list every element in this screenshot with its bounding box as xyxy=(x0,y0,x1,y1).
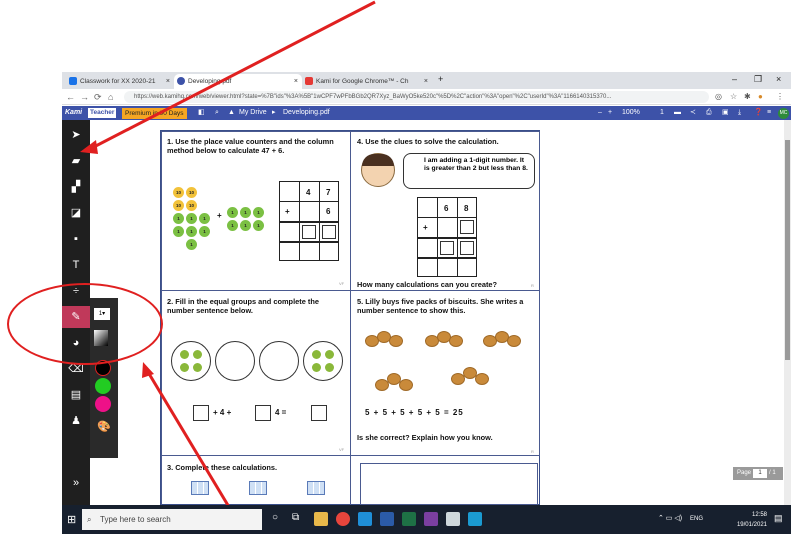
annotation-arrow-top xyxy=(87,0,376,152)
notification-icon[interactable]: ▤ xyxy=(774,513,783,524)
clock[interactable]: 12:58 19/01/2021 xyxy=(737,510,767,530)
windows-start-icon[interactable]: ⊞ xyxy=(67,513,76,526)
arrowhead-bottom xyxy=(142,362,154,378)
excel-icon[interactable] xyxy=(402,512,416,526)
onenote-icon[interactable] xyxy=(424,512,438,526)
clock-time: 12:58 xyxy=(751,512,767,518)
windows-taskbar: ⊞ ⌕ Type here to search ○ ⧉ ⌃ ▭ ◁) ENG 1… xyxy=(62,505,791,534)
search-icon: ⌕ xyxy=(87,515,92,524)
cortana-icon[interactable]: ○ xyxy=(272,512,278,523)
language-indicator[interactable]: ENG xyxy=(690,516,703,522)
clock-date: 19/01/2021 xyxy=(736,522,767,528)
photos-icon[interactable] xyxy=(468,512,482,526)
file-explorer-icon[interactable] xyxy=(314,512,328,526)
annotation-arrows xyxy=(80,0,376,533)
outlook-icon[interactable] xyxy=(358,512,372,526)
taskbar-search-input[interactable]: ⌕ Type here to search xyxy=(82,509,262,530)
chrome-icon[interactable] xyxy=(336,512,350,526)
arrowhead-top xyxy=(80,140,98,154)
task-view-icon[interactable]: ⧉ xyxy=(292,512,299,523)
search-placeholder: Type here to search xyxy=(100,515,171,524)
app-icon[interactable] xyxy=(446,512,460,526)
tray-icons[interactable]: ⌃ ▭ ◁) xyxy=(658,514,682,522)
word-icon[interactable] xyxy=(380,512,394,526)
